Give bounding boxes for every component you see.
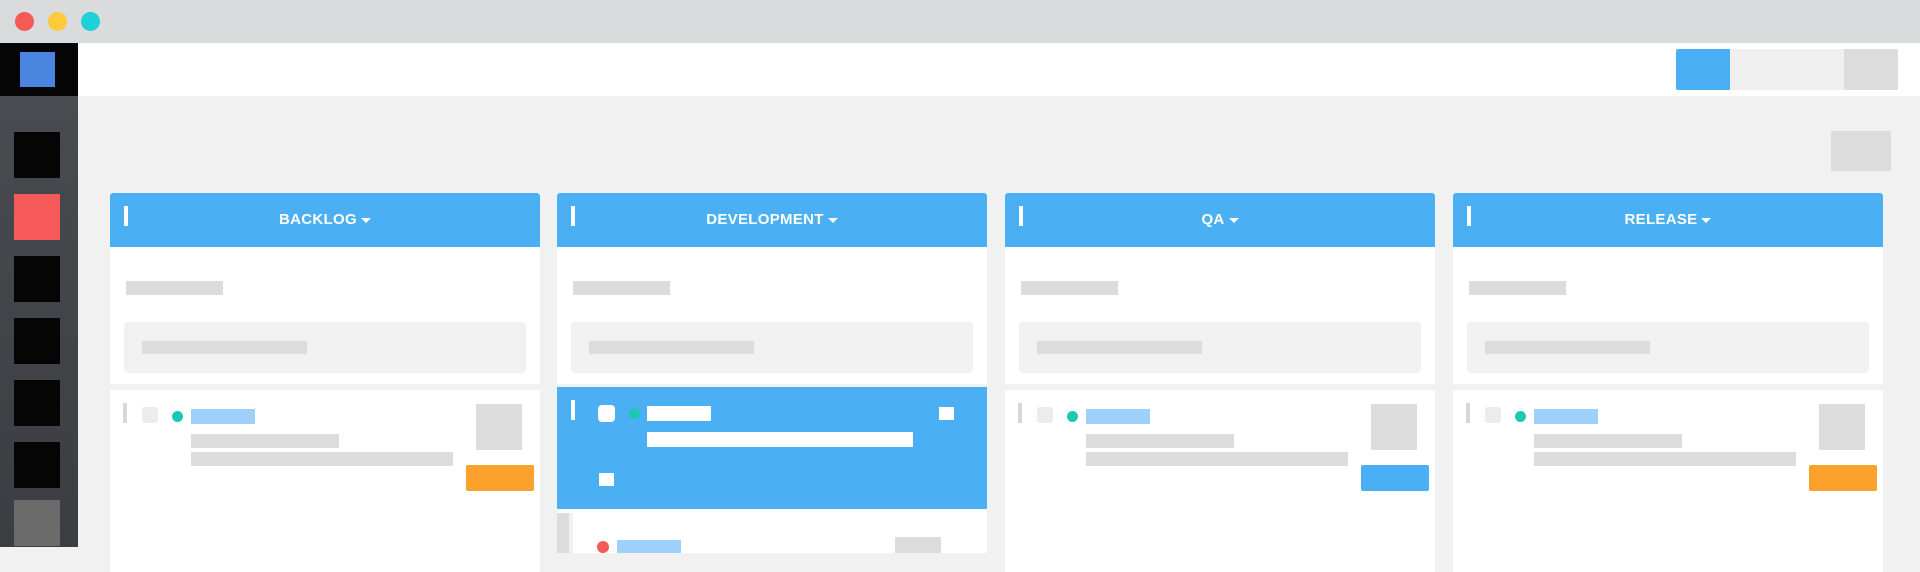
- drag-handle-icon[interactable]: [1018, 403, 1022, 423]
- caret-down-icon: [827, 217, 838, 223]
- column-backlog: BACKLOG: [110, 193, 540, 572]
- column-title[interactable]: QA: [1005, 211, 1435, 228]
- task-description: [1534, 452, 1796, 466]
- sidebar-item-2-active[interactable]: [14, 194, 60, 240]
- task-card-next[interactable]: [1453, 532, 1883, 572]
- caret-down-icon: [1701, 217, 1712, 223]
- status-dot-icon: [172, 411, 183, 422]
- task-tag[interactable]: [191, 409, 255, 424]
- window-titlebar: [0, 0, 1920, 43]
- assignee-avatar[interactable]: [476, 404, 522, 450]
- view-toggle-board[interactable]: [1676, 49, 1730, 90]
- task-card-next[interactable]: [557, 513, 987, 553]
- column-filter-input[interactable]: [124, 322, 526, 373]
- status-dot-icon: [597, 541, 609, 553]
- expand-icon[interactable]: [939, 407, 954, 420]
- priority-button[interactable]: [466, 465, 534, 491]
- task-card[interactable]: [1453, 390, 1883, 512]
- assignee-avatar[interactable]: [895, 537, 941, 553]
- column-title[interactable]: DEVELOPMENT: [557, 211, 987, 228]
- task-checkbox[interactable]: [142, 407, 158, 423]
- task-checkbox[interactable]: [1037, 407, 1053, 423]
- column-header: QA: [1005, 193, 1435, 247]
- caret-down-icon: [360, 217, 371, 223]
- column-development: DEVELOPMENT: [557, 193, 987, 553]
- sidebar-item-7[interactable]: [14, 500, 60, 546]
- column-header: BACKLOG: [110, 193, 540, 247]
- task-card[interactable]: [110, 390, 540, 512]
- task-card-selected[interactable]: [557, 387, 987, 509]
- drag-handle-icon[interactable]: [1466, 403, 1470, 423]
- filter-placeholder: [589, 341, 754, 354]
- priority-button[interactable]: [1809, 465, 1877, 491]
- sidebar: [0, 43, 78, 547]
- sidebar-item-3[interactable]: [14, 256, 60, 302]
- sidebar-item-5[interactable]: [14, 380, 60, 426]
- task-title: [1086, 434, 1234, 448]
- column-release: RELEASE: [1453, 193, 1883, 572]
- column-filter-input[interactable]: [1467, 322, 1869, 373]
- filter-placeholder: [142, 341, 307, 354]
- view-toggle-settings[interactable]: [1844, 49, 1898, 90]
- task-checkbox[interactable]: [1485, 407, 1501, 423]
- sidebar-header: [0, 43, 78, 96]
- top-toolbar: [78, 43, 1920, 96]
- column-subtitle: [1469, 281, 1566, 295]
- assignee-avatar[interactable]: [1819, 404, 1865, 450]
- task-description: [1086, 452, 1348, 466]
- filter-placeholder: [1037, 341, 1202, 354]
- drag-handle-icon[interactable]: [571, 400, 575, 420]
- task-card-next[interactable]: [1005, 532, 1435, 572]
- column-subtitle: [573, 281, 670, 295]
- task-title: [1534, 434, 1682, 448]
- task-tag[interactable]: [1534, 409, 1598, 424]
- column-subtitle: [1021, 281, 1118, 295]
- column-filter-input[interactable]: [571, 322, 973, 373]
- drag-handle-icon[interactable]: [557, 513, 569, 553]
- column-title[interactable]: RELEASE: [1453, 211, 1883, 228]
- minimize-window-button[interactable]: [48, 12, 67, 31]
- task-description: [191, 452, 453, 466]
- column-header: DEVELOPMENT: [557, 193, 987, 247]
- priority-button[interactable]: [1361, 465, 1429, 491]
- task-tag[interactable]: [647, 406, 711, 421]
- column-title[interactable]: BACKLOG: [110, 211, 540, 228]
- task-tag[interactable]: [1086, 409, 1150, 424]
- close-window-button[interactable]: [15, 12, 34, 31]
- caret-down-icon: [1228, 217, 1239, 223]
- subtask-icon[interactable]: [599, 473, 614, 486]
- task-card[interactable]: [1005, 390, 1435, 512]
- sidebar-item-4[interactable]: [14, 318, 60, 364]
- sidebar-item-6[interactable]: [14, 442, 60, 488]
- task-title: [191, 434, 339, 448]
- filter-placeholder: [1485, 341, 1650, 354]
- task-card-next[interactable]: [110, 532, 540, 572]
- column-header: RELEASE: [1453, 193, 1883, 247]
- column-qa: QA: [1005, 193, 1435, 572]
- status-dot-icon: [1067, 411, 1078, 422]
- column-subtitle: [126, 281, 223, 295]
- sidebar-item-1[interactable]: [14, 132, 60, 178]
- assignee-avatar[interactable]: [1371, 404, 1417, 450]
- board-options-button[interactable]: [1831, 131, 1891, 171]
- status-dot-icon: [1515, 411, 1526, 422]
- drag-handle-icon[interactable]: [123, 403, 127, 423]
- maximize-window-button[interactable]: [81, 12, 100, 31]
- view-toggle-list[interactable]: [1730, 49, 1844, 90]
- status-dot-icon: [629, 408, 640, 419]
- task-title: [647, 432, 913, 447]
- task-checkbox[interactable]: [598, 405, 615, 422]
- column-filter-input[interactable]: [1019, 322, 1421, 373]
- app-logo[interactable]: [20, 52, 55, 87]
